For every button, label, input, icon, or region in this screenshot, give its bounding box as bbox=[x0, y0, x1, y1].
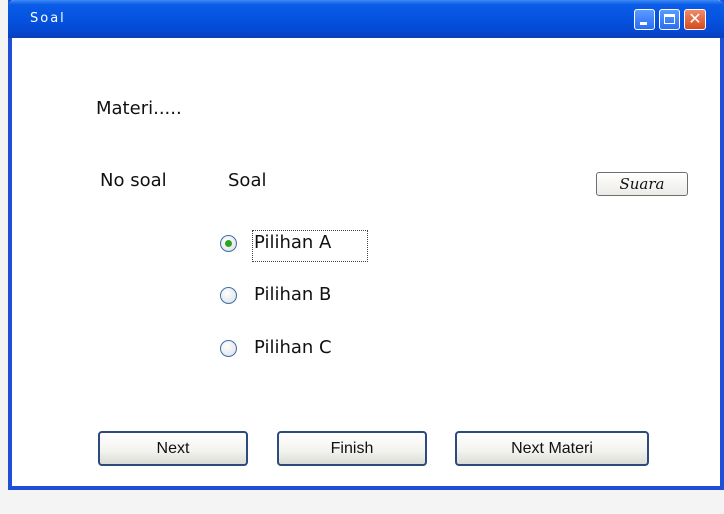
close-icon: ✕ bbox=[688, 9, 702, 28]
title-bar[interactable]: Soal ✕ bbox=[8, 0, 724, 38]
suara-button[interactable]: Suara bbox=[596, 172, 688, 196]
close-button[interactable]: ✕ bbox=[684, 9, 706, 30]
option-b-label[interactable]: Pilihan B bbox=[254, 284, 331, 305]
finish-button[interactable]: Finish bbox=[277, 431, 427, 466]
no-soal-label: No soal bbox=[100, 170, 167, 191]
window-title: Soal bbox=[30, 11, 66, 26]
option-c-label[interactable]: Pilihan C bbox=[254, 337, 332, 358]
maximize-button[interactable] bbox=[659, 9, 680, 30]
minimize-icon bbox=[640, 22, 647, 25]
minimize-button[interactable] bbox=[634, 9, 655, 30]
option-b-radio[interactable] bbox=[220, 287, 237, 304]
option-a-radio[interactable] bbox=[220, 235, 237, 252]
materi-text: Materi..... bbox=[96, 98, 182, 119]
next-materi-button[interactable]: Next Materi bbox=[455, 431, 649, 466]
option-a-label[interactable]: Pilihan A bbox=[254, 232, 331, 253]
maximize-icon bbox=[664, 14, 675, 24]
soal-label: Soal bbox=[228, 170, 267, 191]
option-c-radio[interactable] bbox=[220, 340, 237, 357]
next-button[interactable]: Next bbox=[98, 431, 248, 466]
